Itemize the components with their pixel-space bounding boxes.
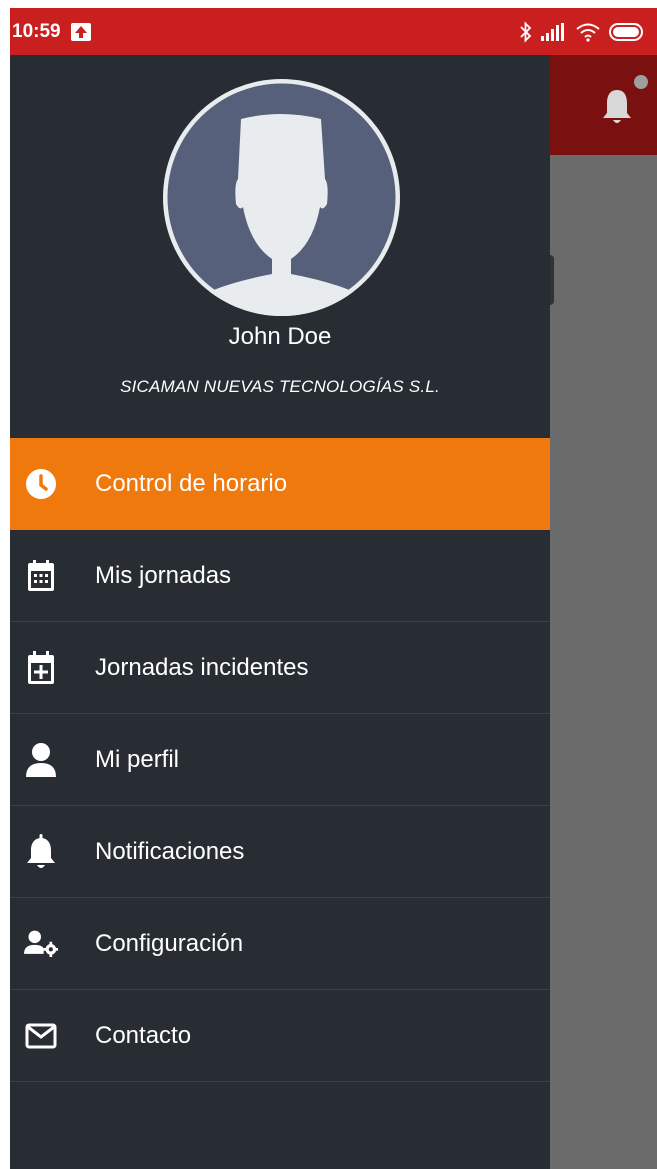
avatar[interactable]: [163, 79, 400, 316]
user-name: John Doe: [228, 323, 332, 350]
menu-item-label: Configuración: [95, 929, 244, 957]
status-icons: [519, 20, 645, 43]
navigation-drawer: John Doe SICAMAN NUEVAS TECNOLOGÍAS S.L.…: [10, 55, 550, 1169]
upload-icon: [70, 22, 91, 41]
drawer-menu: Control de horario Mis jornadas Jornadas…: [10, 438, 550, 1082]
envelope-icon: [24, 1019, 58, 1053]
notification-dot: [634, 75, 648, 89]
menu-item-jornadas-incidentes[interactable]: Jornadas incidentes: [10, 622, 550, 714]
clock-icon: [24, 467, 58, 501]
calendar-grid-icon: [24, 559, 58, 593]
menu-item-mi-perfil[interactable]: Mi perfil: [10, 714, 550, 806]
battery-icon: [609, 22, 643, 41]
background-card-edge: [550, 255, 554, 305]
calendar-plus-icon: [24, 650, 58, 685]
menu-item-contacto[interactable]: Contacto: [10, 990, 550, 1082]
menu-item-mis-jornadas[interactable]: Mis jornadas: [10, 530, 550, 622]
menu-item-label: Mi perfil: [95, 745, 180, 773]
menu-item-label: Mis jornadas: [95, 561, 232, 589]
bluetooth-icon: [520, 20, 532, 43]
background-app: [550, 55, 657, 1169]
menu-item-control-de-horario[interactable]: Control de horario: [10, 438, 550, 530]
bell-icon[interactable]: [602, 87, 632, 132]
menu-item-label: Contacto: [95, 1021, 192, 1049]
menu-item-notificaciones[interactable]: Notificaciones: [10, 806, 550, 898]
background-toolbar: [550, 55, 657, 155]
status-bar: 10:59: [10, 8, 657, 55]
user-gear-icon: [24, 927, 58, 961]
signal-icon: [541, 22, 564, 41]
user-icon: [24, 742, 58, 777]
phone-screen: 10:59 John Doe SICAMAN NUEVAS TECNOLOGÍA…: [10, 8, 657, 1169]
menu-item-label: Jornadas incidentes: [95, 653, 309, 681]
company-name: SICAMAN NUEVAS TECNOLOGÍAS S.L.: [120, 377, 440, 396]
status-time: 10:59: [12, 20, 61, 42]
menu-item-label: Notificaciones: [95, 837, 245, 865]
user-silhouette-icon: [167, 83, 396, 316]
bell-icon: [24, 833, 58, 869]
menu-item-configuracion[interactable]: Configuración: [10, 898, 550, 990]
menu-item-label: Control de horario: [95, 469, 288, 497]
wifi-icon: [576, 23, 600, 42]
drawer-header: John Doe SICAMAN NUEVAS TECNOLOGÍAS S.L.: [10, 55, 550, 438]
